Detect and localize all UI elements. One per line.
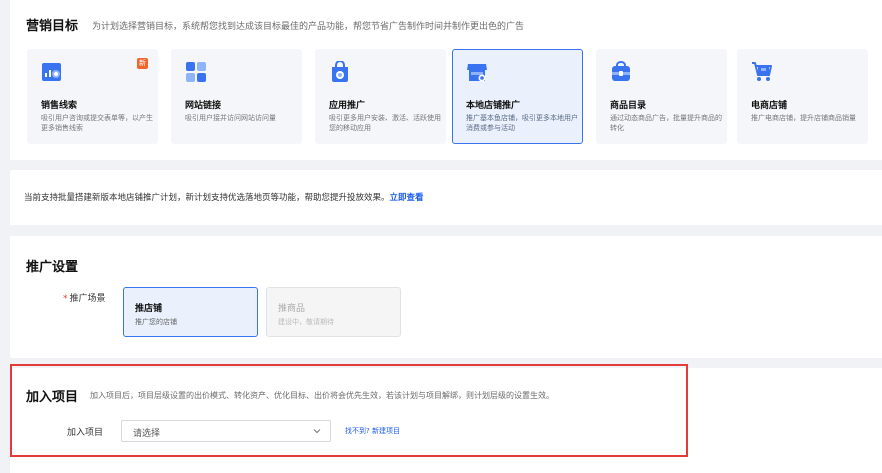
notice-text: 当前支持批量搭建新版本地店铺推广计划，新计划支持优选落地页等功能，帮助您提升投放… <box>24 191 424 203</box>
new-badge: 新 <box>137 58 148 69</box>
goal-tile-desc: 推广基本鱼店铺，吸引更多本地用户消费或参与活动 <box>466 114 578 132</box>
goal-tile-title: 应用推广 <box>329 101 366 111</box>
goal-tile-desc: 吸引用户接并访问网站访问量 <box>185 114 276 122</box>
marketing-goal-section: 营销目标 为计划选择营销目标，系统帮您找到达成该目标最佳的产品功能，帮您节省广告… <box>10 0 882 160</box>
join-project-description: 加入项目后，项目层级设置的出价模式、转化资产、优化目标、出价将会优先生效，若该计… <box>90 391 554 400</box>
marketing-goal-title: 营销目标 <box>26 19 79 34</box>
goal-tile-title: 网站链接 <box>185 101 222 111</box>
goal-tile-desc: 吸引更多用户安装、激活、活跃使用您的移动应用 <box>329 114 441 132</box>
website-grid-icon <box>186 62 206 82</box>
required-mark: * <box>63 294 68 304</box>
goal-tile-title: 电商店铺 <box>751 101 788 111</box>
notice-banner: 当前支持批量搭建新版本地店铺推广计划，新计划支持优选落地页等功能，帮助您提升投放… <box>10 170 882 225</box>
app-bag-icon <box>332 61 348 82</box>
scene-option-product: 推商品 建设中，敬请期待 <box>266 287 401 337</box>
scene-field-label: * 推广场景 <box>63 291 106 304</box>
goal-tile-title: 销售线索 <box>41 101 78 111</box>
project-select-placeholder: 请选择 <box>133 429 161 439</box>
scene-label-text: 推广场景 <box>69 294 106 304</box>
notice-message: 当前支持批量搭建新版本地店铺推广计划，新计划支持优选落地页等功能，帮助您提升投放… <box>24 193 390 203</box>
goal-tile-local-store[interactable]: 本地店铺推广 推广基本鱼店铺，吸引更多本地用户消费或参与活动 <box>452 49 583 144</box>
scene-option-desc: 建设中，敬请期待 <box>278 318 334 326</box>
chevron-down-icon <box>313 429 321 434</box>
goal-tile-desc: 吸引用户咨询或提交表单等，以产生更多销售线索 <box>41 114 153 132</box>
scene-option-store[interactable]: 推店铺 推广您的店铺 <box>123 287 258 337</box>
goal-tile-website-link[interactable]: 网站链接 吸引用户接并访问网站访问量 <box>171 49 302 144</box>
project-select[interactable]: 请选择 <box>121 420 331 442</box>
goal-tile-sales-leads[interactable]: 新 销售线索 吸引用户咨询或提交表单等，以产生更多销售线索 <box>27 49 158 144</box>
scene-option-title: 推店铺 <box>135 304 163 314</box>
goal-tile-title: 商品目录 <box>610 101 647 111</box>
goal-tile-app-promotion[interactable]: 应用推广 吸引更多用户安装、激活、活跃使用您的移动应用 <box>315 49 446 144</box>
join-project-title: 加入项目 <box>26 390 79 405</box>
scene-option-title: 推商品 <box>278 304 306 314</box>
goal-tile-desc: 通过动态商品广告，批量提升商品的转化 <box>610 114 722 132</box>
promotion-settings-section: 推广设置 * 推广场景 推店铺 推广您的店铺 推商品 建设中，敬请期待 <box>10 236 882 358</box>
promotion-settings-title: 推广设置 <box>26 260 79 275</box>
goal-tile-product-catalog[interactable]: 商品目录 通过动态商品广告，批量提升商品的转化 <box>596 49 727 144</box>
goal-tile-ecommerce-store[interactable]: 电商店铺 推广电商店铺，提升店铺商品销量 <box>737 49 868 144</box>
create-project-link[interactable]: 找不到? 新建项目 <box>345 426 400 436</box>
local-store-icon <box>467 64 487 82</box>
join-project-section: 加入项目 加入项目后，项目层级设置的出价模式、转化资产、优化目标、出价将会优先生… <box>10 368 882 473</box>
goal-tile-desc: 推广电商店铺，提升店铺商品销量 <box>751 114 856 122</box>
shopping-cart-icon <box>752 62 772 81</box>
scene-option-desc: 推广您的店铺 <box>135 318 177 326</box>
join-project-field-label: 加入项目 <box>67 428 104 438</box>
catalog-bag-icon <box>612 61 630 81</box>
leads-chart-icon <box>42 63 61 81</box>
goal-tile-title: 本地店铺推广 <box>466 101 521 111</box>
view-now-link[interactable]: 立即查看 <box>390 193 424 203</box>
marketing-goal-description: 为计划选择营销目标，系统帮您找到达成该目标最佳的产品功能，帮您节省广告制作时间并… <box>92 22 525 32</box>
